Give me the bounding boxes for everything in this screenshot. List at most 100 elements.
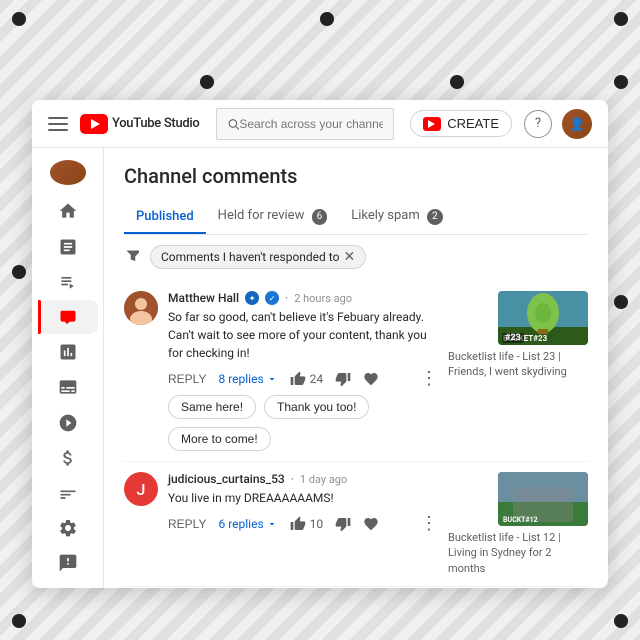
comment-time-1: 2 hours ago — [294, 292, 352, 305]
corner-dot-tl — [12, 12, 26, 26]
tab-held-for-review[interactable]: Held for review 6 — [206, 200, 340, 235]
comment-item-2: J judicious_curtains_53 · 1 day ago You … — [124, 462, 588, 587]
help-button[interactable]: ? — [524, 110, 552, 138]
filter-bar: Comments I haven't responded to ✕ — [124, 245, 588, 269]
filter-chip-close[interactable]: ✕ — [343, 250, 355, 264]
comment-author-1: Matthew Hall — [168, 291, 239, 305]
dot-separator-1: · — [285, 291, 288, 305]
heart-icon-1[interactable] — [363, 371, 379, 387]
member-badge-1: ✦ — [245, 291, 259, 305]
subtitles-icon — [58, 377, 78, 397]
sidebar-item-analytics[interactable] — [38, 336, 98, 369]
home-icon — [58, 201, 78, 221]
thumbnail-1[interactable]: BUCKET#23 — [498, 291, 588, 345]
sidebar — [32, 148, 104, 588]
spam-badge: 2 — [427, 209, 443, 225]
verified-badge-1: ✓ — [265, 291, 279, 305]
create-button[interactable]: CREATE — [410, 110, 512, 137]
thumbs-up-icon-2[interactable] — [290, 516, 306, 532]
page-title: Channel comments — [124, 164, 588, 188]
comment-body-2: judicious_curtains_53 · 1 day ago You li… — [168, 472, 438, 576]
dot-mid-left — [12, 265, 26, 279]
search-bar[interactable] — [216, 108, 395, 140]
quick-reply-same-here[interactable]: Same here! — [168, 395, 256, 419]
like-count-2: 10 — [310, 517, 324, 531]
top-bar: YouTube Studio CREATE ? 👤 — [32, 100, 608, 148]
sidebar-item-copyright[interactable] — [38, 406, 98, 439]
content-icon — [58, 237, 78, 257]
filter-chip: Comments I haven't responded to ✕ — [150, 245, 366, 269]
dot-separator-2: · — [291, 472, 294, 486]
comment-item-3: Angela Davis ✦ · 3 weeks ago Can you sha… — [124, 587, 588, 588]
tabs: Published Held for review 6 Likely spam … — [124, 200, 588, 235]
quick-reply-thank-you-tool[interactable]: Thank you too! — [264, 395, 369, 419]
comment-header-1: Matthew Hall ✦ ✓ · 2 hours ago — [168, 291, 438, 305]
corner-dot-br — [614, 614, 628, 628]
sidebar-item-playlists[interactable] — [38, 265, 98, 298]
sidebar-item-subtitles[interactable] — [38, 371, 98, 404]
hamburger-menu[interactable] — [48, 117, 68, 131]
comment-author-2: judicious_curtains_53 — [168, 472, 285, 486]
sidebar-item-customise[interactable] — [38, 476, 98, 509]
reply-button-2[interactable]: REPLY — [168, 517, 206, 531]
active-indicator — [38, 300, 41, 333]
thumbs-down-icon-1[interactable] — [335, 371, 351, 387]
sidebar-item-earn[interactable] — [38, 441, 98, 474]
replies-button-1[interactable]: 8 replies — [218, 372, 277, 386]
quick-reply-buttons-1: Same here! Thank you too! More to come! — [168, 395, 438, 451]
dot-upper-right — [614, 75, 628, 89]
comment-text-1: So far so good, can't believe it's Febua… — [168, 308, 438, 362]
avatar-img-1 — [124, 291, 158, 325]
like-group-2: 10 — [290, 516, 324, 532]
tab-likely-spam[interactable]: Likely spam 2 — [339, 200, 454, 235]
heart-icon-2[interactable] — [363, 516, 379, 532]
thumbs-up-icon-1[interactable] — [290, 371, 306, 387]
playlist-icon — [58, 272, 78, 292]
thumbnail-img-1: BUCKET#23 — [498, 291, 588, 345]
dot-top-right-mid — [450, 75, 464, 89]
like-count-1: 24 — [310, 372, 324, 386]
dot-right-mid — [614, 295, 628, 309]
thumbnail-2[interactable]: BUCKT#12 — [498, 472, 588, 526]
search-icon — [227, 117, 240, 131]
quick-reply-more-to-come[interactable]: More to come! — [168, 427, 271, 451]
more-button-1[interactable]: ⋮ — [420, 368, 438, 389]
youtube-icon — [80, 114, 108, 134]
channel-avatar[interactable] — [50, 160, 86, 185]
reply-button-1[interactable]: REPLY — [168, 372, 206, 386]
settings-icon — [58, 518, 78, 538]
replies-button-2[interactable]: 6 replies — [218, 517, 277, 531]
video-title-2: Bucketlist life - List 12 | Living in Sy… — [448, 530, 588, 576]
dot-top-mid — [320, 12, 334, 26]
comment-avatar-2: J — [124, 472, 158, 506]
avatar-initials: 👤 — [570, 117, 585, 131]
content-area: Channel comments Published Held for revi… — [104, 148, 608, 588]
filter-icon[interactable] — [124, 246, 142, 268]
create-label: CREATE — [447, 116, 499, 131]
comment-header-2: judicious_curtains_53 · 1 day ago — [168, 472, 438, 486]
sidebar-item-feedback[interactable] — [38, 547, 98, 580]
more-button-2[interactable]: ⋮ — [420, 513, 438, 534]
comment-body-1: Matthew Hall ✦ ✓ · 2 hours ago So far so… — [168, 291, 438, 451]
svg-text:BUCKT#12: BUCKT#12 — [503, 516, 538, 524]
comment-video-2: BUCKT#12 Bucketlist life - List 12 | Liv… — [448, 472, 588, 576]
user-avatar[interactable]: 👤 — [562, 109, 592, 139]
comment-time-2: 1 day ago — [300, 473, 347, 486]
search-input[interactable] — [239, 117, 383, 131]
browser-window: YouTube Studio CREATE ? 👤 — [32, 100, 608, 588]
comment-actions-2: REPLY 6 replies 10 ⋮ — [168, 513, 438, 534]
sidebar-item-comments[interactable] — [38, 300, 98, 333]
video-title-1: Bucketlist life - List 23 | Friends, I w… — [448, 349, 588, 380]
tab-published[interactable]: Published — [124, 201, 206, 234]
thumbs-down-icon-2[interactable] — [335, 516, 351, 532]
help-icon: ? — [535, 116, 541, 131]
create-icon — [423, 117, 441, 131]
sidebar-item-settings[interactable] — [38, 512, 98, 545]
sidebar-item-dashboard[interactable] — [38, 195, 98, 228]
corner-dot-tr — [614, 12, 628, 26]
comment-video-1: BUCKET#23 Bucketlist life - List 23 | Fr… — [448, 291, 588, 451]
sidebar-item-content[interactable] — [38, 230, 98, 263]
svg-text:BUCKET#23: BUCKET#23 — [503, 334, 548, 343]
feedback-icon — [58, 553, 78, 573]
logo: YouTube Studio — [80, 114, 200, 134]
